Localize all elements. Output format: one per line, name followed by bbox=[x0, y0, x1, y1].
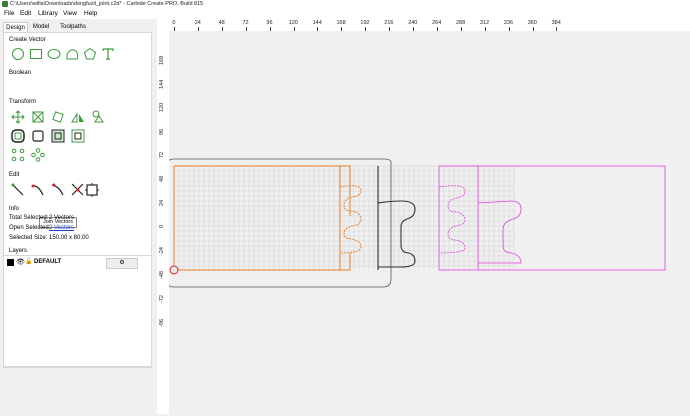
align-icon[interactable] bbox=[91, 110, 105, 124]
dovetail-vector[interactable] bbox=[377, 166, 416, 270]
menu-library[interactable]: Library bbox=[38, 9, 58, 19]
node-select-icon[interactable] bbox=[11, 183, 25, 197]
info-heading: Info bbox=[9, 206, 20, 212]
y-ruler-tick: -24 bbox=[159, 247, 165, 256]
x-ruler-tick: 0 bbox=[172, 20, 176, 26]
rectangle-icon[interactable] bbox=[29, 47, 43, 61]
create-vector-heading: Create Vector bbox=[9, 37, 46, 43]
lock-icon[interactable]: 🔓 bbox=[25, 258, 32, 265]
array-icon[interactable] bbox=[11, 148, 25, 162]
y-ruler-tick: -48 bbox=[159, 271, 165, 279]
edit-heading: Edit bbox=[9, 172, 20, 178]
x-ruler-tick: 264 bbox=[432, 20, 442, 26]
origin-marker[interactable] bbox=[169, 265, 179, 275]
y-ruler-tick: 72 bbox=[159, 152, 165, 159]
rotate-icon[interactable] bbox=[51, 110, 65, 124]
gear-icon: ⚙ bbox=[119, 260, 125, 266]
y-ruler-tick: 0 bbox=[159, 225, 165, 229]
curve-shape-icon[interactable] bbox=[65, 47, 79, 61]
tab-design[interactable]: Design bbox=[3, 22, 28, 32]
x-ruler-tick: 336 bbox=[503, 20, 513, 26]
open-selected-label: Open Selected: bbox=[9, 225, 51, 231]
text-tool-icon[interactable] bbox=[101, 47, 115, 61]
x-ruler-tick: 312 bbox=[479, 20, 490, 26]
x-ruler-tick: 120 bbox=[288, 20, 298, 26]
tab-bar: Design Model Toolpaths bbox=[0, 22, 157, 32]
y-ruler-tick: 24 bbox=[159, 199, 165, 206]
x-ruler-tick: 168 bbox=[336, 20, 346, 26]
x-ruler-tick: 72 bbox=[242, 20, 249, 26]
menu-file[interactable]: File bbox=[4, 9, 14, 19]
left-panel: Design Model Toolpaths Create Vector Boo… bbox=[0, 19, 157, 414]
x-ruler-tick: 288 bbox=[456, 20, 466, 26]
total-selected-label: Total Selected: bbox=[9, 215, 49, 221]
menu-view[interactable]: View bbox=[63, 9, 77, 19]
total-selected-row: Total Selected: 2 Vectors bbox=[9, 215, 74, 221]
eye-icon[interactable]: 👁 bbox=[16, 258, 25, 266]
title-bar: C:\Users\willa\Downloads\dongfuzil_joint… bbox=[0, 0, 690, 9]
selected-size-label: Selected Size: bbox=[9, 235, 48, 241]
join-vectors-icon[interactable] bbox=[31, 183, 45, 197]
mirror-icon[interactable] bbox=[71, 110, 85, 124]
ruler-corner bbox=[157, 19, 169, 31]
fillet-icon[interactable] bbox=[31, 129, 45, 143]
y-ruler-tick: 96 bbox=[159, 128, 165, 135]
menu-edit[interactable]: Edit bbox=[20, 9, 31, 19]
open-selected-row: Open Selected: 2 Vectors bbox=[9, 225, 74, 231]
cut-icon[interactable] bbox=[71, 183, 85, 197]
layer-name: DEFAULT bbox=[34, 259, 62, 265]
x-ruler-tick: 240 bbox=[408, 20, 418, 26]
layer-color-swatch[interactable] bbox=[7, 259, 14, 266]
selected-size-value: 150.00 x 80.00 bbox=[49, 235, 89, 241]
magenta-dovetail[interactable] bbox=[477, 200, 522, 264]
total-selected-value: 2 Vectors bbox=[49, 215, 75, 221]
app-icon bbox=[2, 1, 8, 7]
drawing-canvas[interactable] bbox=[157, 31, 690, 414]
y-ruler-tick: 168 bbox=[159, 55, 165, 65]
x-ruler-tick: 24 bbox=[194, 20, 201, 26]
ellipse-icon[interactable] bbox=[47, 47, 61, 61]
menu-help[interactable]: Help bbox=[84, 9, 97, 19]
trim-icon[interactable] bbox=[51, 183, 65, 197]
stock-outline[interactable] bbox=[165, 158, 392, 288]
tab-toolpaths[interactable]: Toolpaths bbox=[57, 22, 89, 32]
y-ruler-tick: -72 bbox=[159, 294, 165, 303]
y-ruler-tick: 48 bbox=[159, 176, 165, 183]
boolean-heading: Boolean bbox=[9, 70, 32, 76]
x-ruler-tick: 144 bbox=[312, 20, 322, 26]
magenta-rect[interactable] bbox=[438, 165, 666, 271]
close-vector-icon[interactable] bbox=[85, 183, 99, 197]
canvas-area[interactable]: 0 24 48 72 96 120 144 168 192 216 240 264 288 312 336 3… bbox=[157, 19, 690, 414]
move-icon[interactable] bbox=[11, 110, 25, 124]
x-ruler-tick: 384 bbox=[551, 20, 561, 26]
layer-row[interactable]: 👁 🔓 DEFAULT ⚙ bbox=[7, 258, 147, 269]
selected-vector[interactable] bbox=[173, 165, 351, 271]
selected-size-row: Selected Size: 150.00 x 80.00 bbox=[9, 235, 89, 241]
x-ruler-tick: 192 bbox=[360, 20, 370, 26]
offset-icon[interactable] bbox=[11, 129, 25, 143]
resize-icon[interactable] bbox=[71, 129, 85, 143]
open-selected-link[interactable]: 2 Vectors bbox=[49, 225, 74, 231]
x-ruler-tick: 48 bbox=[218, 20, 225, 26]
menu-bar: File Edit Library View Help bbox=[0, 9, 690, 19]
canvas-svg[interactable] bbox=[157, 31, 690, 414]
node-edit-icon[interactable] bbox=[51, 129, 65, 143]
y-ruler-tick: 120 bbox=[159, 103, 165, 113]
layers-heading: Layers bbox=[9, 248, 28, 254]
circular-array-icon[interactable] bbox=[31, 148, 45, 162]
x-ruler-tick: 96 bbox=[266, 20, 273, 26]
scale-icon[interactable] bbox=[31, 110, 45, 124]
circle-icon[interactable] bbox=[11, 47, 25, 61]
layer-settings-button[interactable]: ⚙ bbox=[106, 258, 138, 269]
tab-model[interactable]: Model bbox=[29, 22, 53, 32]
y-ruler-tick: 144 bbox=[159, 79, 165, 89]
y-ruler-tick: -96 bbox=[159, 318, 165, 327]
transform-heading: Transform bbox=[9, 99, 37, 105]
polygon-icon[interactable] bbox=[83, 47, 97, 61]
layers-list bbox=[3, 255, 152, 367]
x-ruler-tick: 360 bbox=[527, 20, 537, 26]
window-title: C:\Users\willa\Downloads\dongfuzil_joint… bbox=[10, 1, 204, 7]
x-ruler-tick: 216 bbox=[384, 20, 394, 26]
